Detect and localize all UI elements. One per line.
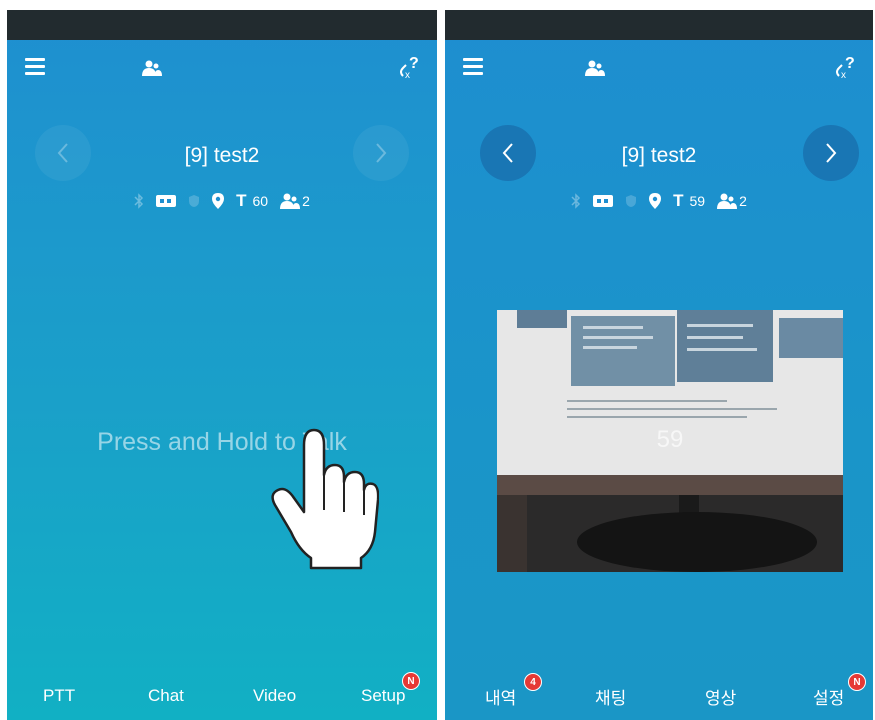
timer-icon: T	[236, 191, 247, 210]
member-count: 2	[739, 193, 747, 209]
contact-title: [9] test2	[621, 144, 697, 167]
status-bar	[445, 10, 873, 40]
timer-value: 59	[689, 193, 706, 209]
settings-new-badge: N	[848, 673, 866, 691]
status-icons-row: T 60 2	[7, 190, 437, 212]
menu-icon[interactable]	[463, 58, 483, 79]
tab-history[interactable]: 내역	[485, 672, 516, 720]
tab-video[interactable]: Video	[253, 672, 296, 720]
tab-chat[interactable]: Chat	[148, 672, 184, 720]
svg-text:x: x	[841, 70, 846, 80]
tab-setup[interactable]: Setup	[361, 672, 405, 720]
users-icon[interactable]	[142, 60, 162, 81]
status-icons-row: T 59 2	[445, 190, 873, 212]
ptt-screen-korean: ? x [9] test2 T 59 2 59 내역 4 채팅 영상 설정 N	[445, 10, 873, 720]
members-icon	[717, 193, 738, 209]
video-preview[interactable]: 59	[497, 310, 843, 572]
bottom-tab-bar: PTT Chat Video Setup N	[7, 672, 437, 720]
timer-icon: T	[673, 191, 684, 210]
location-icon	[212, 193, 225, 209]
users-icon[interactable]	[585, 60, 605, 81]
video-countdown: 59	[656, 426, 684, 453]
members-display: 2	[280, 193, 310, 209]
ptt-screen-english: ? x [9] test2 T 60 2 Press and Hold to Ta…	[7, 10, 437, 720]
tab-video[interactable]: 영상	[705, 672, 736, 720]
bluetooth-icon	[134, 193, 144, 209]
card-icon	[156, 194, 177, 208]
shield-icon	[625, 194, 637, 208]
svg-text:?: ?	[409, 55, 419, 72]
location-icon	[649, 193, 662, 209]
timer-display: T 60	[236, 191, 268, 211]
bluetooth-icon	[571, 193, 581, 209]
bottom-tab-bar: 내역 4 채팅 영상 설정 N	[445, 672, 873, 720]
tab-ptt[interactable]: PTT	[43, 672, 75, 720]
status-bar	[7, 10, 437, 40]
members-display: 2	[717, 193, 747, 209]
contact-title: [9] test2	[184, 144, 260, 167]
link-question-icon[interactable]: ? x	[397, 54, 423, 85]
hand-icon	[269, 420, 380, 575]
link-question-icon[interactable]: ? x	[833, 54, 859, 85]
svg-text:?: ?	[845, 55, 855, 72]
timer-value: 60	[252, 193, 269, 209]
shield-icon	[188, 194, 200, 208]
members-icon	[280, 193, 301, 209]
card-icon	[593, 194, 614, 208]
tab-settings[interactable]: 설정	[813, 672, 844, 720]
setup-new-badge: N	[402, 672, 420, 690]
timer-display: T 59	[673, 191, 705, 211]
menu-icon[interactable]	[25, 58, 45, 79]
tab-chat[interactable]: 채팅	[595, 672, 626, 720]
history-count-badge: 4	[524, 673, 542, 691]
svg-text:x: x	[405, 70, 410, 80]
member-count: 2	[302, 193, 310, 209]
